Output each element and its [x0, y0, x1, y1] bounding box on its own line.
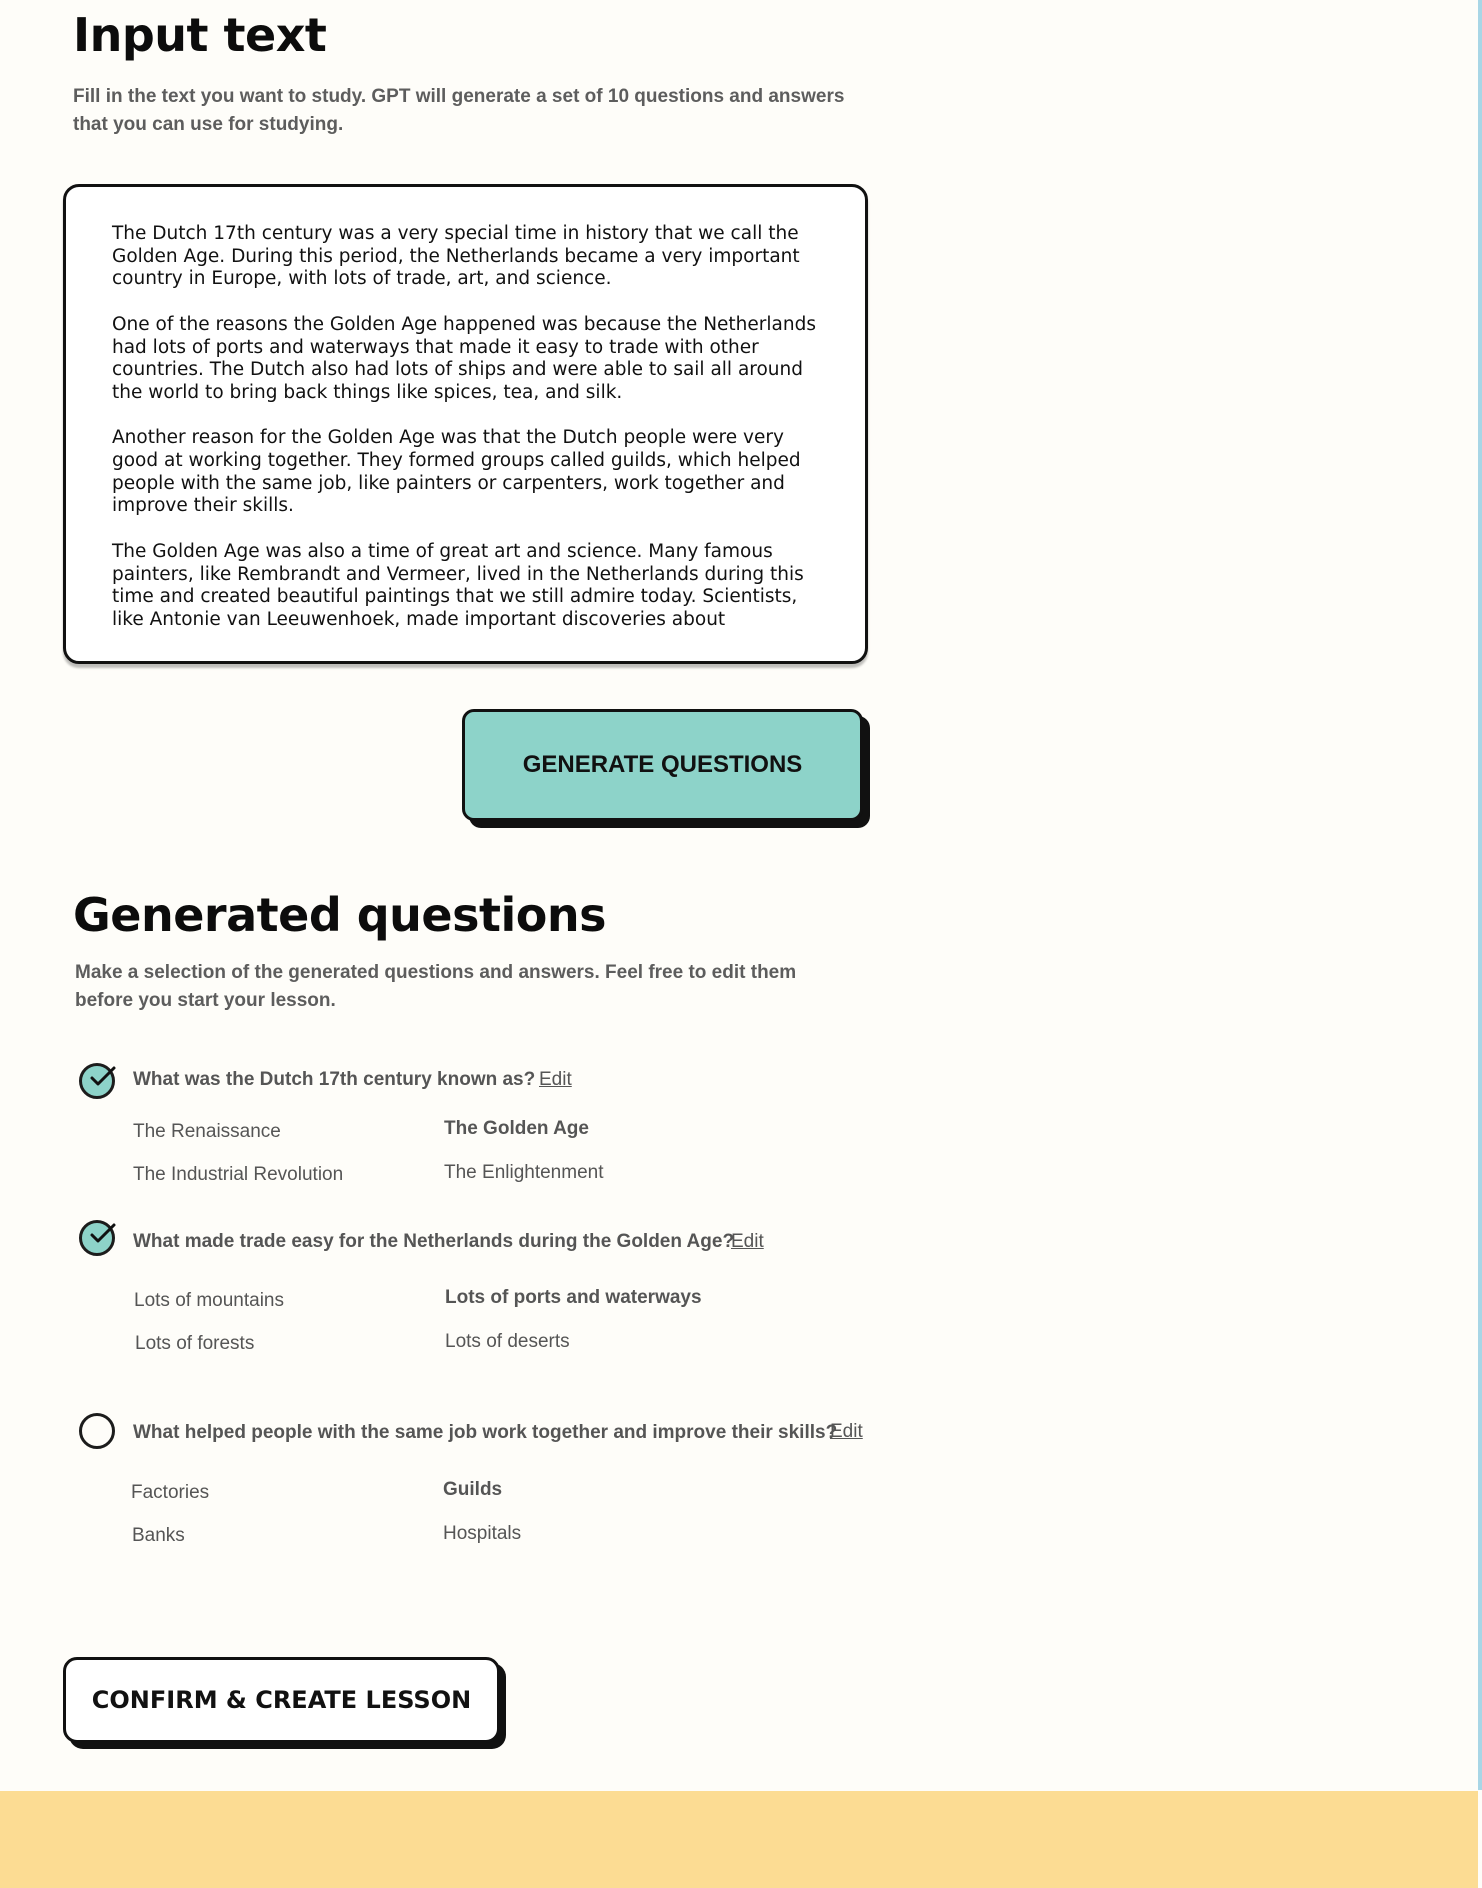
- text-paragraph: Another reason for the Golden Age was th…: [112, 427, 801, 517]
- answer-option: Banks: [132, 1525, 185, 1546]
- text-paragraph: The Dutch 17th century was a very specia…: [112, 223, 800, 290]
- generated-section-description: Make a selection of the generated questi…: [75, 962, 797, 1011]
- text-paragraph: The Golden Age was also a time of great …: [112, 540, 804, 630]
- question-text: What made trade easy for the Netherlands…: [133, 1231, 735, 1252]
- input-section-title: Input text: [73, 8, 327, 62]
- answer-option: Factories: [131, 1482, 210, 1503]
- edit-question-link[interactable]: Edit: [830, 1421, 863, 1443]
- generated-section-title: Generated questions: [73, 888, 607, 942]
- generate-questions-button[interactable]: GENERATE QUESTIONS: [462, 709, 863, 821]
- study-text-area[interactable]: The Dutch 17th century was a very specia…: [63, 184, 868, 664]
- checkmark-icon: [90, 1066, 116, 1086]
- checkmark-icon: [90, 1223, 116, 1243]
- question-text: What was the Dutch 17th century known as…: [133, 1069, 536, 1090]
- question-checkbox[interactable]: [79, 1220, 116, 1256]
- answer-option: Hospitals: [443, 1523, 522, 1544]
- footer-band: [0, 1791, 1478, 1888]
- answer-option: The Industrial Revolution: [133, 1164, 344, 1185]
- input-section-description: Fill in the text you want to study. GPT …: [73, 86, 845, 135]
- answer-option-correct: The Golden Age: [444, 1118, 589, 1139]
- edit-question-link[interactable]: Edit: [731, 1231, 764, 1253]
- edit-question-link[interactable]: Edit: [539, 1069, 572, 1091]
- answer-option: The Renaissance: [133, 1121, 281, 1142]
- text-paragraph: One of the reasons the Golden Age happen…: [112, 313, 816, 403]
- answer-option-correct: Lots of ports and waterways: [445, 1287, 702, 1308]
- question-checkbox[interactable]: [79, 1413, 115, 1449]
- confirm-create-lesson-button[interactable]: CONFIRM & CREATE LESSON: [63, 1657, 500, 1743]
- page-edge-stripe: [1478, 0, 1482, 1790]
- answer-option: The Enlightenment: [444, 1162, 604, 1183]
- question-checkbox[interactable]: [79, 1063, 116, 1099]
- question-text: What helped people with the same job wor…: [133, 1422, 838, 1443]
- answer-option: Lots of forests: [135, 1333, 255, 1354]
- answer-option: Lots of mountains: [134, 1290, 284, 1311]
- answer-option-correct: Guilds: [443, 1479, 503, 1500]
- answer-option: Lots of deserts: [445, 1331, 570, 1352]
